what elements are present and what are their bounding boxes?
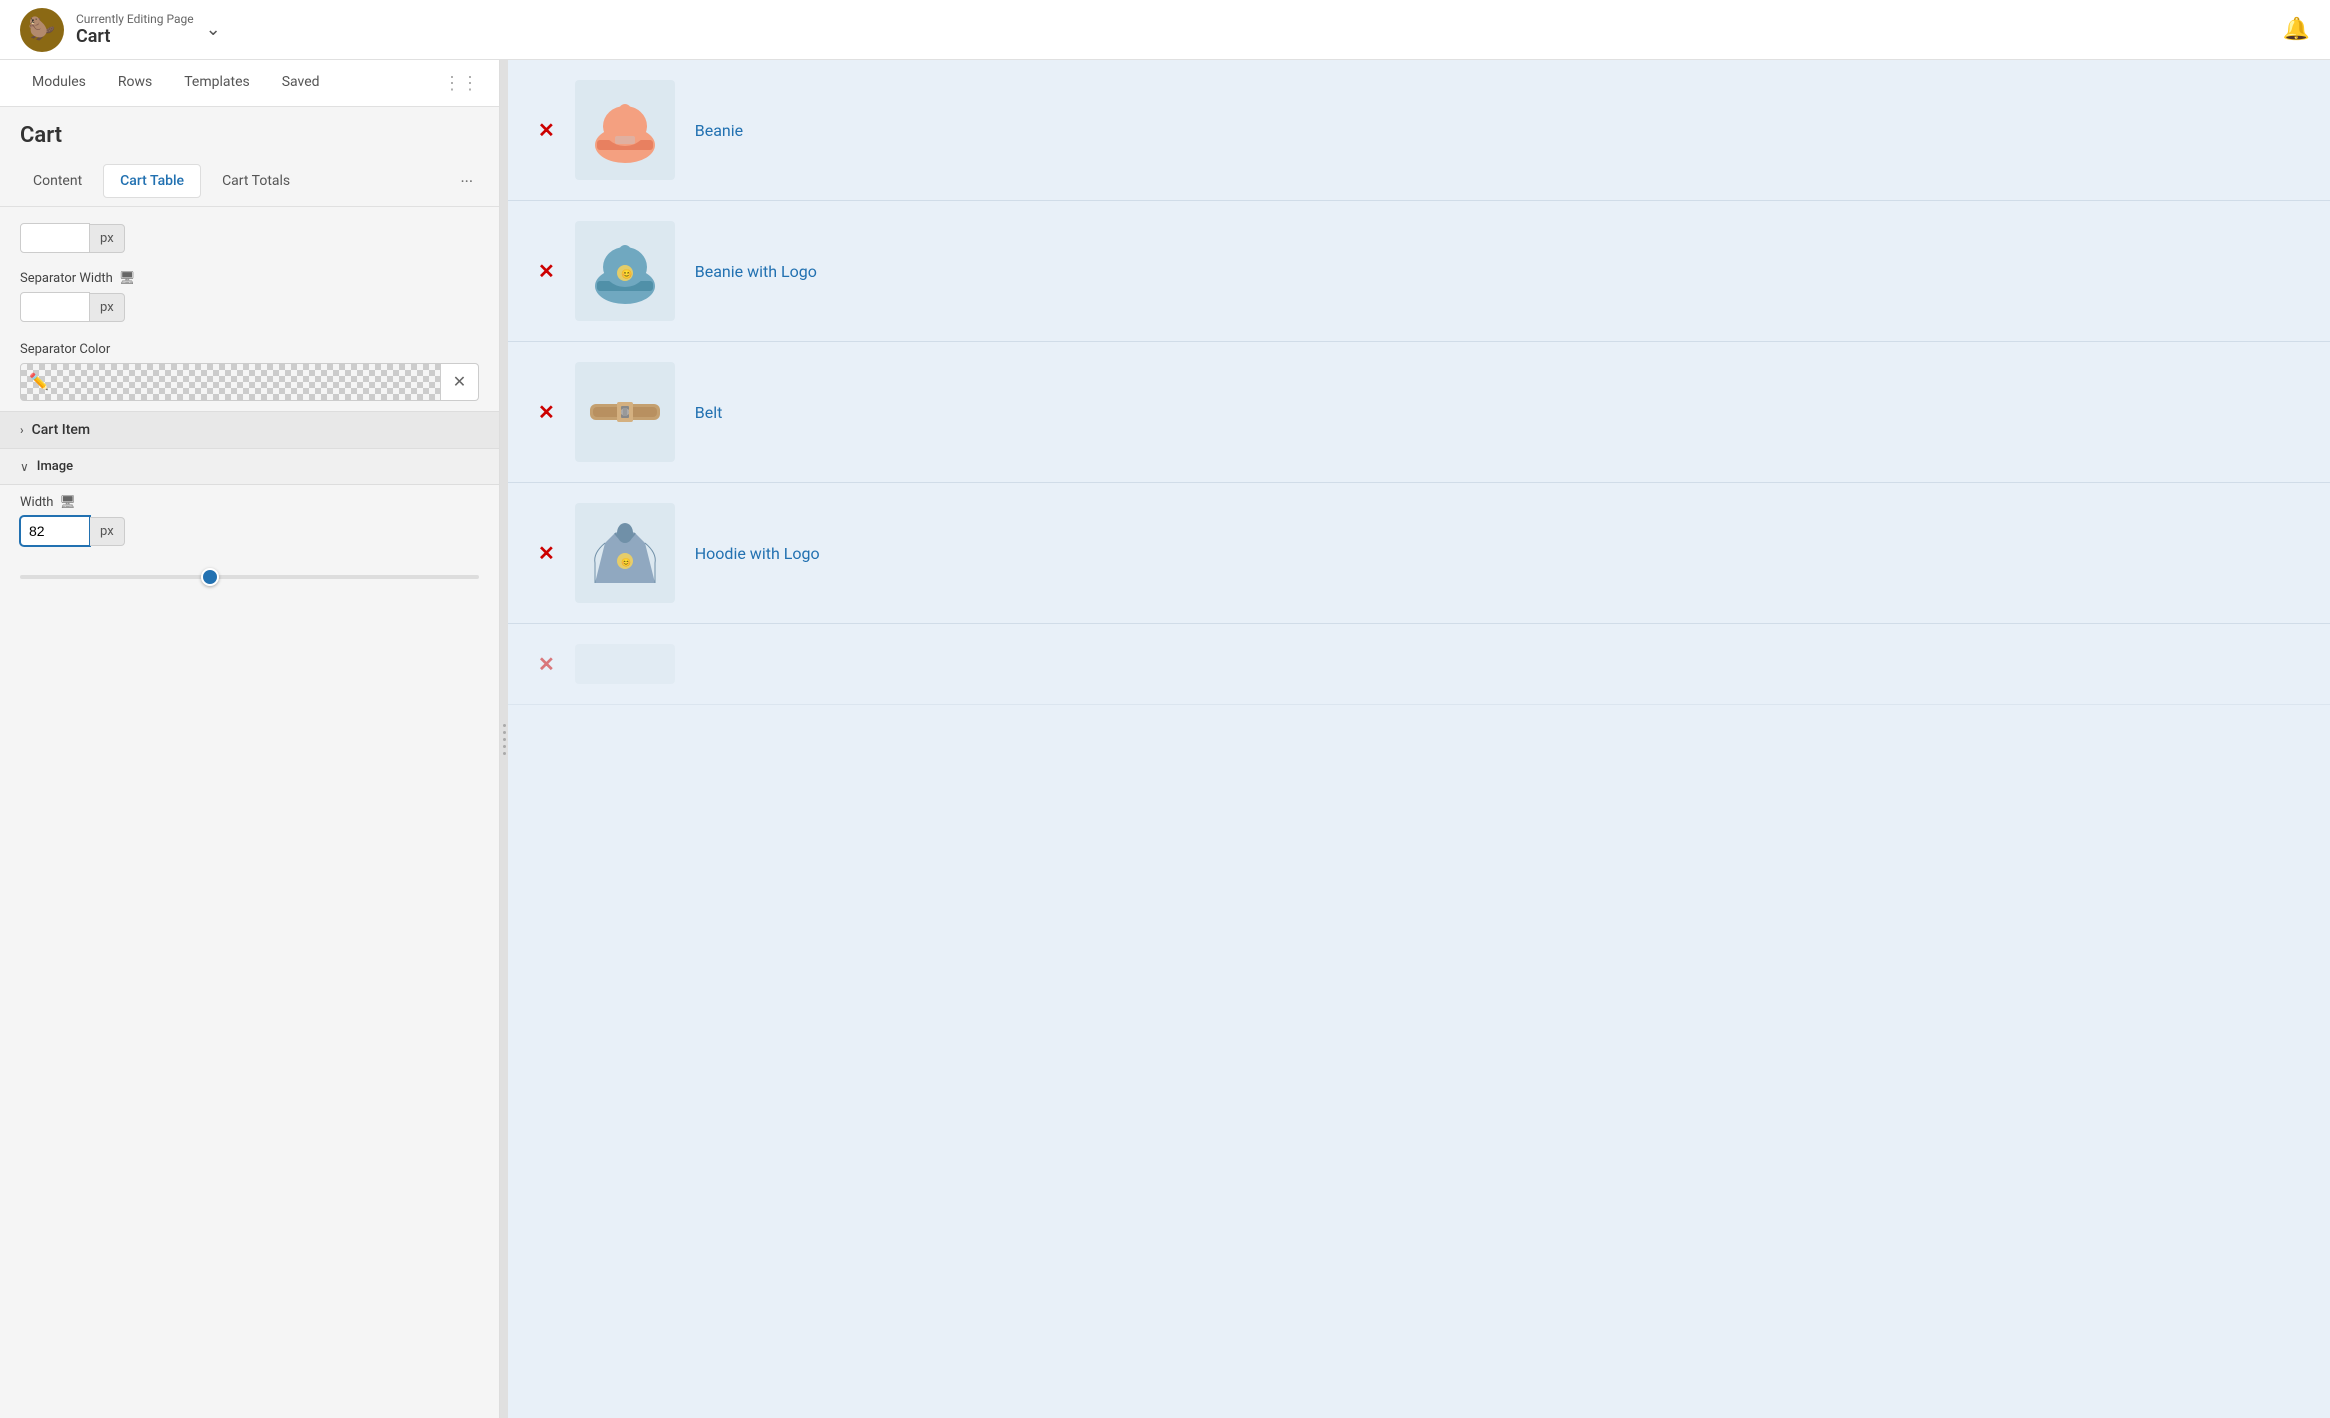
- tab-templates[interactable]: Templates: [168, 60, 266, 106]
- width-input[interactable]: [20, 516, 90, 546]
- sub-tab-content[interactable]: Content: [16, 164, 99, 198]
- slider-container: [0, 556, 499, 595]
- remove-button-5[interactable]: ✕: [538, 652, 555, 676]
- item-image-4: 😊: [575, 503, 675, 603]
- separator-width-group: Separator Width 🖥 px: [0, 261, 499, 332]
- main-layout: Modules Rows Templates Saved ⋮⋮ Cart Con…: [0, 60, 2330, 1418]
- sub-tab-cart-totals[interactable]: Cart Totals: [205, 164, 307, 198]
- item-image-1: [575, 80, 675, 180]
- item-name-4: Hoodie with Logo: [695, 544, 2300, 563]
- cart-item-3: ✕ Belt: [508, 342, 2330, 483]
- item-image-5: [575, 644, 675, 684]
- bell-wrapper: 🔔: [2283, 17, 2310, 42]
- drag-dot-2: [503, 731, 506, 734]
- width-label: Width 🖥: [20, 495, 479, 510]
- separator-color-label: Separator Color: [20, 342, 479, 357]
- item-image-3: [575, 362, 675, 462]
- separator-width-label: Separator Width 🖥: [20, 271, 479, 286]
- image-section[interactable]: ∨ Image: [0, 449, 499, 485]
- color-clear-button[interactable]: ✕: [441, 363, 479, 401]
- bell-icon[interactable]: 🔔: [2283, 17, 2310, 42]
- width-slider[interactable]: [20, 575, 479, 579]
- separator-color-group: Separator Color ✏️ ✕: [0, 332, 499, 411]
- sidebar-drag-handle[interactable]: [500, 60, 508, 1418]
- separator-width-input-row: px: [20, 292, 479, 322]
- width-monitor-icon: 🖥: [59, 495, 76, 510]
- top-header: 🦫 Currently Editing Page Cart ⌄ 🔔: [0, 0, 2330, 60]
- sidebar-content: px Separator Width 🖥 px Separator Color: [0, 207, 499, 1418]
- drag-dot-3: [503, 738, 506, 741]
- sub-tab-more-button[interactable]: ···: [450, 166, 483, 197]
- belt-svg: [585, 372, 665, 452]
- svg-text:😊: 😊: [621, 269, 632, 280]
- drag-handle: ⋮⋮: [439, 65, 483, 102]
- logo-avatar: 🦫: [20, 8, 64, 52]
- cart-item-chevron-icon: ›: [20, 423, 24, 437]
- sidebar: Modules Rows Templates Saved ⋮⋮ Cart Con…: [0, 60, 500, 1418]
- sub-tabs: Content Cart Table Cart Totals ···: [0, 156, 499, 207]
- drag-dot-4: [503, 745, 506, 748]
- beanie-logo-svg: 😊: [585, 231, 665, 311]
- content-area: ✕ Beanie ✕: [508, 60, 2330, 1418]
- cart-section-title: Cart: [0, 107, 499, 156]
- beanie-svg: [585, 90, 665, 170]
- partial-unit-label: px: [90, 224, 125, 253]
- drag-dots: [503, 724, 506, 755]
- tab-modules[interactable]: Modules: [16, 60, 102, 106]
- cart-list: ✕ Beanie ✕: [508, 60, 2330, 705]
- remove-button-2[interactable]: ✕: [538, 259, 555, 283]
- image-label: Image: [37, 459, 73, 474]
- header-right: 🔔: [2283, 17, 2310, 42]
- separator-width-input[interactable]: [20, 292, 90, 322]
- partial-px-input[interactable]: [20, 223, 90, 253]
- monitor-icon: 🖥: [119, 271, 136, 286]
- eyedropper-button[interactable]: ✏️: [29, 372, 49, 392]
- item-name-1: Beanie: [695, 121, 2300, 140]
- header-left: 🦫 Currently Editing Page Cart ⌄: [20, 8, 221, 52]
- header-title-block: Currently Editing Page Cart: [76, 12, 194, 47]
- color-picker-row: ✏️ ✕: [20, 363, 479, 401]
- tab-rows[interactable]: Rows: [102, 60, 168, 106]
- item-name-3: Belt: [695, 403, 2300, 422]
- image-chevron-icon: ∨: [20, 460, 29, 474]
- separator-width-unit: px: [90, 293, 125, 322]
- cart-item-5: ✕: [508, 624, 2330, 705]
- page-title: Cart: [76, 26, 194, 47]
- tab-saved[interactable]: Saved: [266, 60, 336, 106]
- tabs-nav: Modules Rows Templates Saved ⋮⋮: [0, 60, 499, 107]
- drag-dot-1: [503, 724, 506, 727]
- remove-button-4[interactable]: ✕: [538, 541, 555, 565]
- page-chevron-icon[interactable]: ⌄: [206, 19, 221, 40]
- width-input-row: px: [20, 516, 479, 546]
- partial-px-row: px: [0, 219, 499, 261]
- width-unit: px: [90, 517, 125, 546]
- item-image-2: 😊: [575, 221, 675, 321]
- cart-item-2: ✕ 😊 Beanie with Logo: [508, 201, 2330, 342]
- width-group: Width 🖥 px: [0, 485, 499, 556]
- cart-item-4: ✕ 😊 Hoodie with Logo: [508, 483, 2330, 624]
- hoodie-svg: 😊: [585, 513, 665, 593]
- cart-item-label: Cart Item: [32, 422, 90, 438]
- color-swatch[interactable]: ✏️: [20, 363, 441, 401]
- drag-dot-5: [503, 752, 506, 755]
- cart-item: ✕ Beanie: [508, 60, 2330, 201]
- sub-tab-cart-table[interactable]: Cart Table: [103, 164, 201, 198]
- cart-item-section[interactable]: › Cart Item: [0, 411, 499, 449]
- svg-text:😊: 😊: [621, 558, 631, 567]
- remove-button-3[interactable]: ✕: [538, 400, 555, 424]
- remove-button-1[interactable]: ✕: [538, 118, 555, 142]
- item-name-2: Beanie with Logo: [695, 262, 2300, 281]
- editing-label: Currently Editing Page: [76, 12, 194, 26]
- color-swatch-inner: ✏️: [21, 364, 440, 400]
